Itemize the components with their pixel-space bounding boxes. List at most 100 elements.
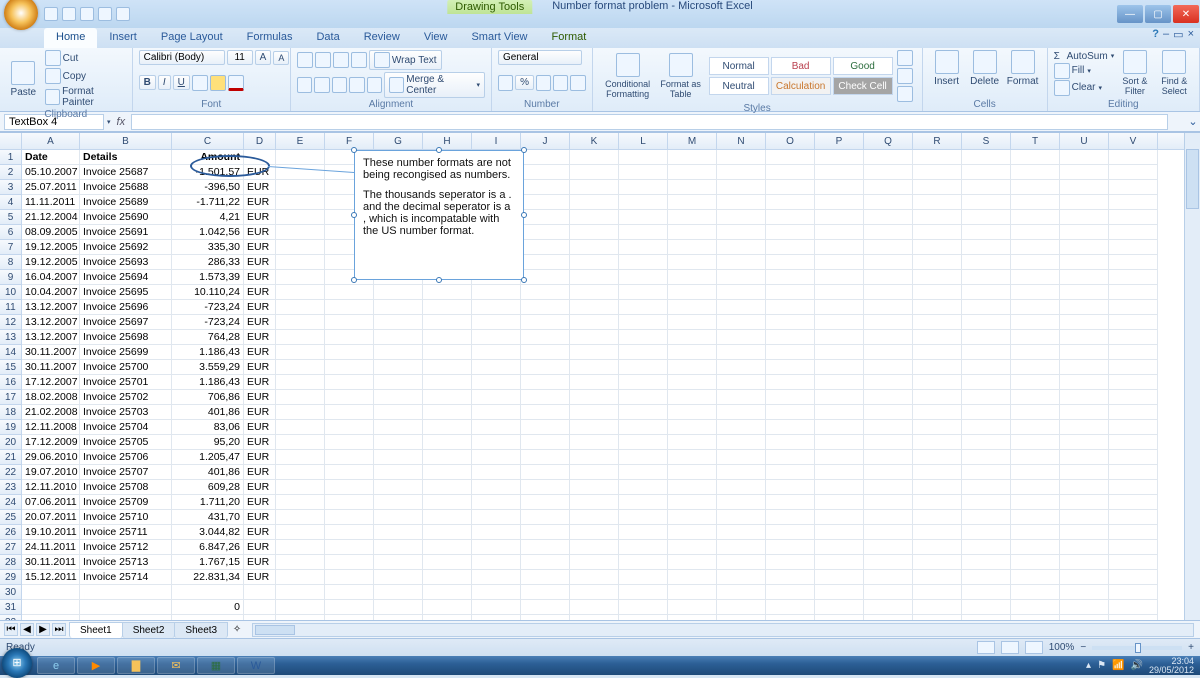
column-header-C[interactable]: C [172, 133, 244, 149]
cell[interactable] [815, 300, 864, 315]
cell[interactable] [864, 525, 913, 540]
cell[interactable] [276, 375, 325, 390]
style-bad[interactable]: Bad [771, 57, 831, 75]
taskbar-ie-icon[interactable]: e [37, 657, 75, 674]
cell[interactable] [1060, 465, 1109, 480]
cell[interactable] [815, 255, 864, 270]
zoom-slider-thumb[interactable] [1135, 643, 1141, 653]
cell[interactable]: -1.711,22 [172, 195, 244, 210]
cell[interactable] [815, 540, 864, 555]
row-header[interactable]: 29 [0, 570, 22, 585]
tray-chevron-icon[interactable]: ▴ [1086, 660, 1091, 671]
cell[interactable]: EUR [244, 210, 276, 225]
cell[interactable]: 10.04.2007 [22, 285, 80, 300]
cell[interactable] [276, 255, 325, 270]
cell[interactable] [521, 345, 570, 360]
cell[interactable] [570, 585, 619, 600]
cell[interactable] [619, 480, 668, 495]
cell[interactable] [521, 270, 570, 285]
cell[interactable] [668, 330, 717, 345]
cell[interactable]: Invoice 25704 [80, 420, 172, 435]
cell[interactable]: Invoice 25710 [80, 510, 172, 525]
cell[interactable] [864, 465, 913, 480]
cell[interactable]: 08.09.2005 [22, 225, 80, 240]
cell[interactable] [962, 435, 1011, 450]
cell[interactable] [864, 600, 913, 615]
cell[interactable] [521, 510, 570, 525]
cell[interactable] [619, 315, 668, 330]
cell[interactable] [717, 525, 766, 540]
cell[interactable]: Invoice 25712 [80, 540, 172, 555]
cell[interactable]: EUR [244, 480, 276, 495]
cell[interactable] [80, 600, 172, 615]
cell[interactable] [472, 465, 521, 480]
cell[interactable] [766, 210, 815, 225]
cell[interactable] [619, 435, 668, 450]
cell[interactable] [1109, 375, 1158, 390]
cell[interactable] [1060, 420, 1109, 435]
cell[interactable] [276, 525, 325, 540]
cell[interactable] [1109, 570, 1158, 585]
cell[interactable]: 18.02.2008 [22, 390, 80, 405]
cell[interactable] [668, 585, 717, 600]
cell[interactable] [619, 330, 668, 345]
cell[interactable] [864, 375, 913, 390]
row-header[interactable]: 4 [0, 195, 22, 210]
cell[interactable] [766, 345, 815, 360]
cell[interactable]: EUR [244, 450, 276, 465]
sheet-nav-prev-icon[interactable]: ◀ [20, 623, 34, 636]
cell[interactable] [1109, 510, 1158, 525]
cell[interactable] [766, 360, 815, 375]
cell[interactable]: EUR [244, 405, 276, 420]
cell[interactable] [913, 585, 962, 600]
cell[interactable] [325, 495, 374, 510]
cell[interactable]: 15.12.2011 [22, 570, 80, 585]
cell[interactable] [864, 510, 913, 525]
sort-filter-button[interactable]: Sort & Filter [1116, 50, 1153, 96]
cut-button[interactable]: Cut [45, 50, 126, 66]
cell[interactable]: 05.10.2007 [22, 165, 80, 180]
cell[interactable] [1060, 255, 1109, 270]
cell[interactable] [717, 285, 766, 300]
cell[interactable] [619, 240, 668, 255]
cell[interactable]: 706,86 [172, 390, 244, 405]
cell[interactable] [325, 570, 374, 585]
cell[interactable] [570, 300, 619, 315]
cell[interactable] [423, 345, 472, 360]
cell[interactable] [325, 300, 374, 315]
cell[interactable] [1060, 330, 1109, 345]
cell[interactable] [913, 285, 962, 300]
row-header[interactable]: 11 [0, 300, 22, 315]
row-header[interactable]: 12 [0, 315, 22, 330]
cell[interactable] [717, 345, 766, 360]
style-good[interactable]: Good [833, 57, 893, 75]
copy-button[interactable]: Copy [45, 68, 126, 84]
cell[interactable] [668, 270, 717, 285]
oval-annotation[interactable] [190, 155, 270, 177]
cell[interactable] [913, 405, 962, 420]
cell[interactable] [717, 480, 766, 495]
cell[interactable] [864, 570, 913, 585]
cell[interactable] [570, 465, 619, 480]
cell[interactable] [276, 180, 325, 195]
mdi-minimize-icon[interactable]: – [1163, 28, 1169, 48]
cell[interactable] [276, 600, 325, 615]
row-header[interactable]: 27 [0, 540, 22, 555]
cell[interactable] [766, 225, 815, 240]
cell[interactable] [172, 585, 244, 600]
cell[interactable] [1011, 285, 1060, 300]
cell[interactable] [815, 390, 864, 405]
cell[interactable]: 24.11.2011 [22, 540, 80, 555]
cell[interactable] [374, 330, 423, 345]
formula-bar-expand-icon[interactable]: ⌄ [1186, 115, 1200, 128]
taskbar-word-icon[interactable]: W [237, 657, 275, 674]
merge-center-button[interactable]: Merge & Center▾ [384, 72, 485, 98]
qat-undo-icon[interactable] [62, 7, 76, 21]
column-header-Q[interactable]: Q [864, 133, 913, 149]
cell[interactable] [1011, 540, 1060, 555]
cell[interactable] [717, 210, 766, 225]
cell[interactable]: 19.12.2005 [22, 240, 80, 255]
cell[interactable]: EUR [244, 540, 276, 555]
cell[interactable]: Invoice 25707 [80, 465, 172, 480]
cell[interactable]: 401,86 [172, 465, 244, 480]
